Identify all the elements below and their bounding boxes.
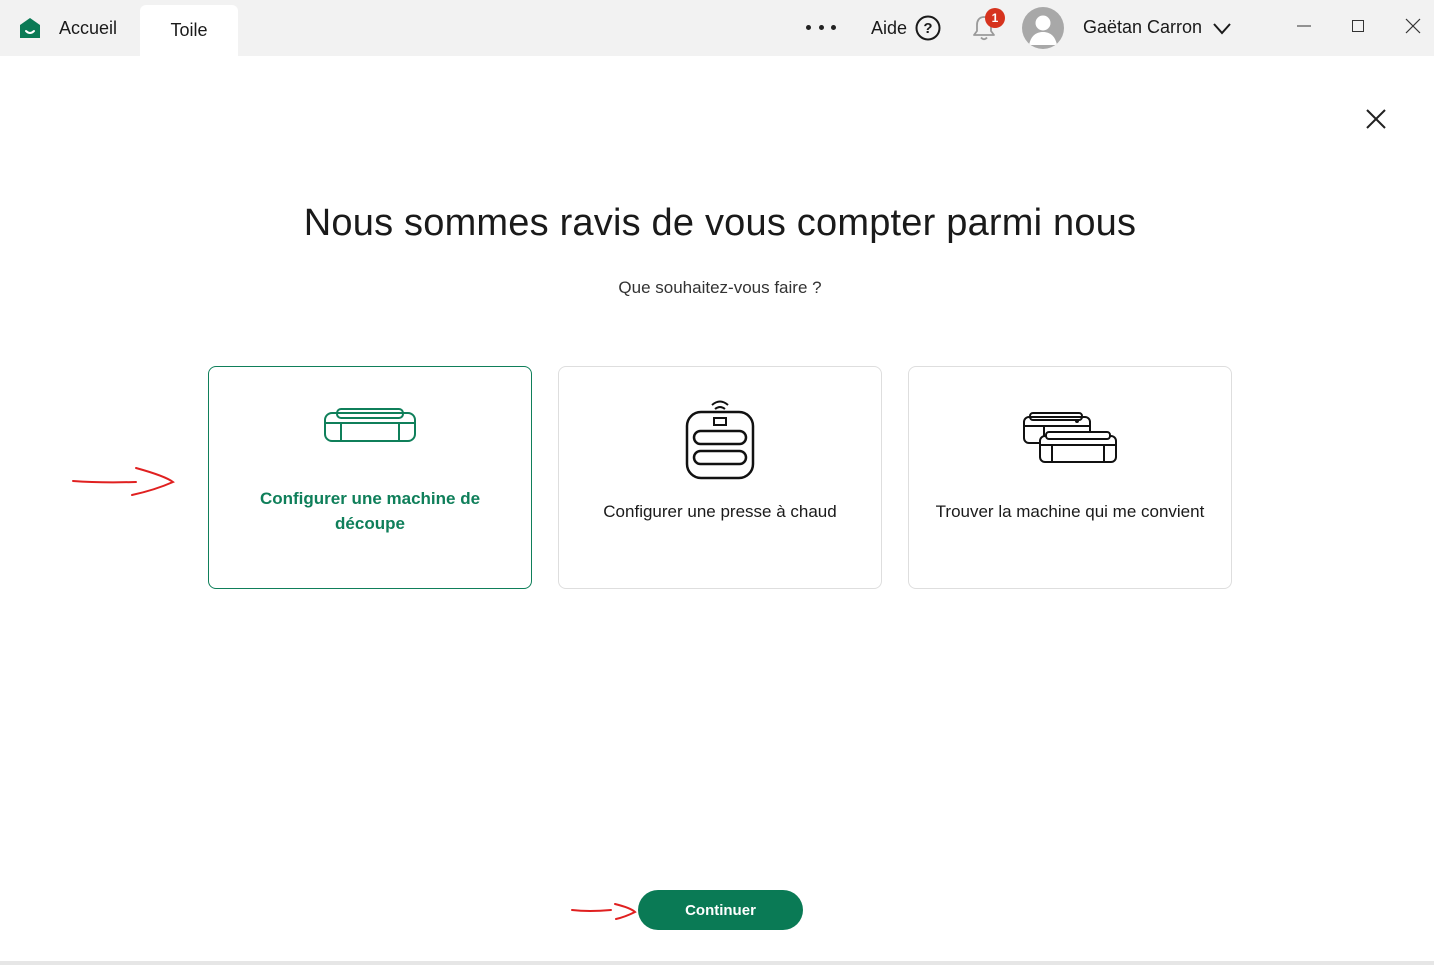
tab-canvas[interactable]: Toile (140, 5, 238, 56)
chevron-down-icon[interactable] (1212, 20, 1232, 36)
page-subtitle: Que souhaitez-vous faire ? (618, 278, 822, 297)
tab-home-label: Accueil (59, 17, 118, 38)
option-card-cutting-machine[interactable]: Configurer une machine de découpe (208, 366, 532, 589)
annotation-arrow-icon (72, 467, 175, 496)
maximize-icon[interactable] (1346, 14, 1370, 38)
help-label: Aide (871, 17, 908, 38)
more-options-icon[interactable] (806, 16, 836, 38)
home-icon (20, 18, 40, 38)
cutting-machine-icon (324, 408, 416, 442)
help-button[interactable]: Aide ? (871, 13, 941, 43)
annotation-arrow-icon (571, 903, 637, 920)
tab-canvas-label: Toile (170, 20, 208, 40)
bottom-divider (0, 961, 1434, 965)
minimize-icon[interactable] (1292, 14, 1316, 38)
user-silhouette-icon (1029, 15, 1057, 45)
user-name[interactable]: Gaëtan Carron (1083, 17, 1202, 38)
svg-text:?: ? (923, 20, 932, 37)
heat-press-icon (685, 400, 755, 480)
continue-button[interactable]: Continuer (638, 890, 803, 930)
option-card-find-machine[interactable]: Trouver la machine qui me convient (908, 366, 1232, 589)
option-label: Configurer une machine de découpe (259, 489, 481, 533)
option-label: Configurer une presse à chaud (603, 502, 837, 521)
page-title: Nous sommes ravis de vous compter parmi … (303, 202, 1137, 244)
avatar[interactable] (1022, 7, 1064, 49)
tab-home[interactable]: Accueil (18, 0, 117, 56)
option-card-heat-press[interactable]: Configurer une presse à chaud (558, 366, 882, 589)
notification-badge: 1 (985, 8, 1005, 28)
option-label: Trouver la machine qui me convient (935, 502, 1205, 521)
machines-icon (1023, 412, 1117, 463)
title-bar: Accueil Toile Aide ? 1 Gaëtan Carron (0, 0, 1434, 56)
window-close-icon[interactable] (1401, 14, 1425, 38)
help-icon: ? (915, 15, 941, 41)
close-icon[interactable] (1363, 106, 1389, 132)
